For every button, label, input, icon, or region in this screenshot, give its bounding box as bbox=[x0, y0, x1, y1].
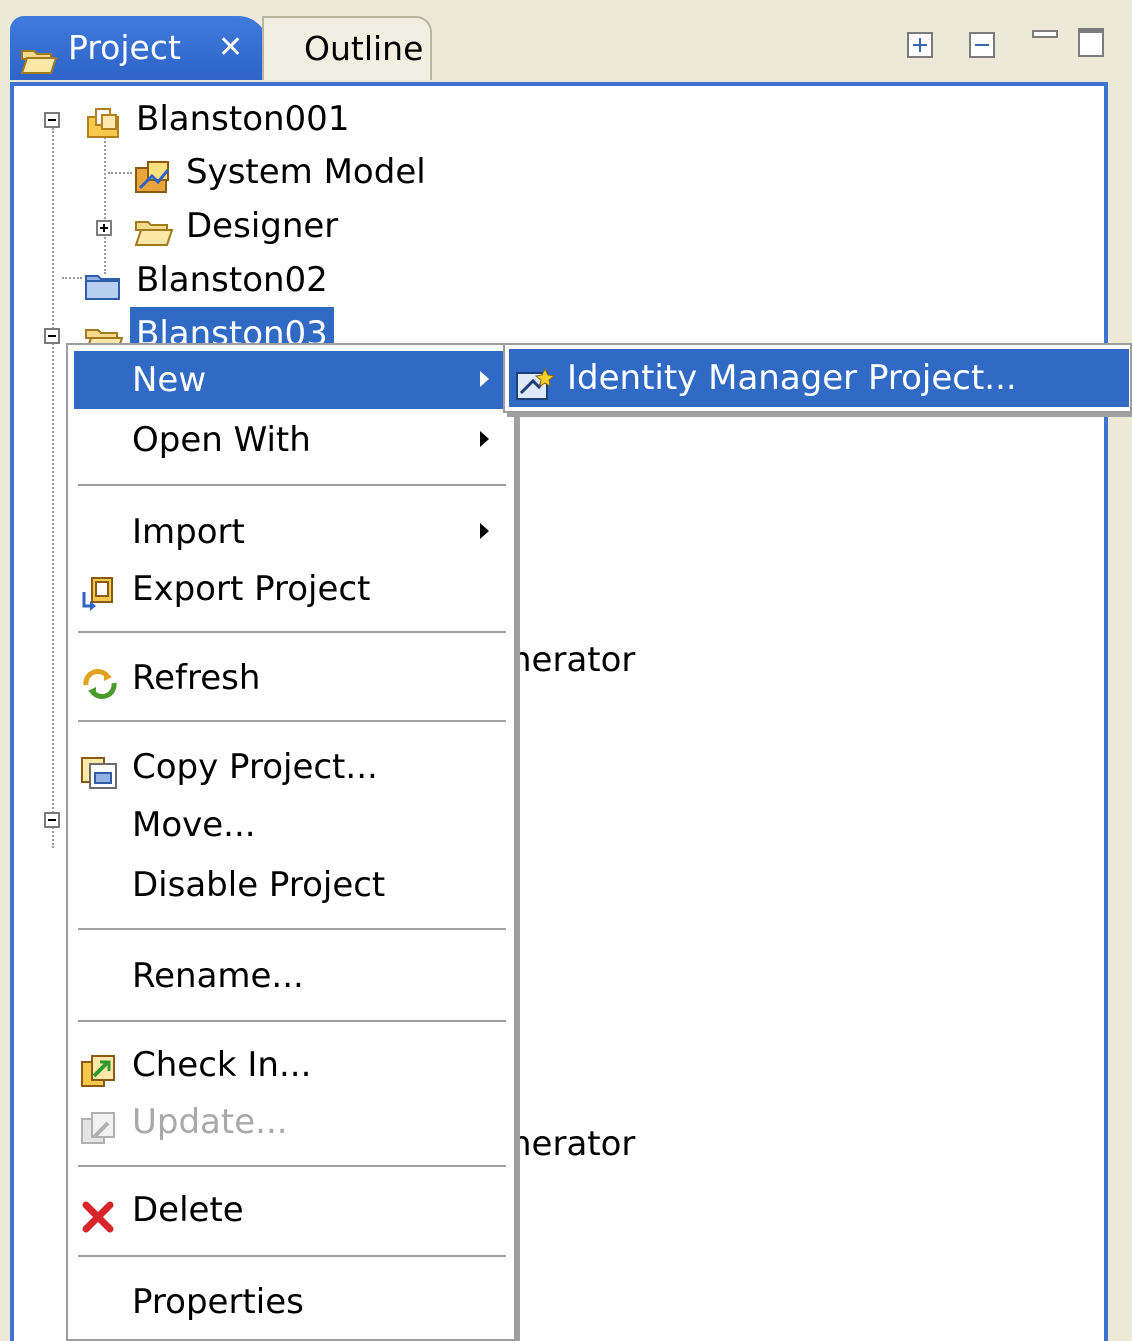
menu-item-label: Identity Manager Project... bbox=[567, 358, 1017, 398]
submenu-new: Identity Manager Project... bbox=[503, 343, 1132, 413]
tree-item-label: System Model bbox=[186, 152, 426, 192]
menu-item-disable-project[interactable]: Disable Project bbox=[74, 856, 508, 914]
menu-item-update[interactable]: Update... bbox=[74, 1093, 508, 1151]
tree-connector bbox=[62, 277, 82, 279]
tree-item-label: Blanston02 bbox=[136, 260, 328, 300]
collapse-toggle-icon[interactable] bbox=[44, 812, 60, 828]
menu-item-export-project[interactable]: Export Project bbox=[74, 560, 508, 618]
menu-item-label: Export Project bbox=[132, 569, 371, 609]
menu-item-new[interactable]: New bbox=[74, 351, 508, 409]
menu-item-copy-project[interactable]: Copy Project... bbox=[74, 738, 508, 796]
tree-item-designer[interactable]: Designer bbox=[132, 199, 532, 253]
tree-item-blanston02[interactable]: Blanston02 bbox=[84, 253, 484, 307]
menu-item-label: New bbox=[132, 360, 207, 400]
menu-item-label: Import bbox=[132, 512, 245, 552]
menu-separator bbox=[78, 631, 506, 634]
menu-separator bbox=[78, 928, 506, 931]
menu-item-import[interactable]: Import bbox=[74, 503, 508, 561]
menu-item-refresh[interactable]: Refresh bbox=[74, 649, 508, 707]
collapse-toggle-icon[interactable] bbox=[44, 112, 60, 128]
menu-separator bbox=[78, 720, 506, 723]
context-menu: New Open With Import Export Project Refr… bbox=[66, 343, 516, 1341]
tab-project[interactable]: Project ✕ bbox=[10, 16, 268, 80]
menu-item-label: Open With bbox=[132, 420, 311, 460]
project-icon bbox=[84, 103, 124, 157]
menu-item-label: Refresh bbox=[132, 658, 261, 698]
expand-toggle-icon[interactable] bbox=[96, 220, 112, 236]
menu-item-label: Copy Project... bbox=[132, 747, 378, 787]
menu-item-label: Update... bbox=[132, 1102, 288, 1142]
menu-item-open-with[interactable]: Open With bbox=[74, 411, 508, 469]
menu-item-label: Rename... bbox=[132, 956, 304, 996]
close-icon[interactable]: ✕ bbox=[218, 16, 243, 80]
menu-item-label: Move... bbox=[132, 805, 256, 845]
tree-item-blanston001[interactable]: Blanston001 bbox=[84, 92, 484, 146]
menu-separator bbox=[78, 484, 506, 487]
menu-item-properties[interactable]: Properties bbox=[74, 1273, 508, 1331]
tree-item-system-model[interactable]: System Model bbox=[132, 145, 532, 199]
update-icon bbox=[80, 1105, 120, 1163]
refresh-icon bbox=[80, 661, 120, 719]
tree-item-label: Blanston001 bbox=[136, 99, 350, 139]
tree-connector bbox=[108, 172, 132, 174]
menu-item-label: Check In... bbox=[132, 1045, 312, 1085]
tab-project-label: Project bbox=[68, 28, 181, 67]
submenu-arrow-icon bbox=[480, 431, 489, 447]
menu-separator bbox=[78, 1165, 506, 1168]
tree-item-partial-label: nerator bbox=[510, 1124, 636, 1164]
export-icon bbox=[80, 572, 120, 630]
menu-separator bbox=[78, 1255, 506, 1258]
view-tab-strip: Project ✕ Outline bbox=[0, 0, 1132, 84]
tree-connector bbox=[52, 128, 54, 848]
tree-item-partial-label: nerator bbox=[510, 640, 636, 680]
menu-item-label: Properties bbox=[132, 1282, 304, 1322]
minimize-icon[interactable] bbox=[1032, 30, 1058, 38]
menu-item-rename[interactable]: Rename... bbox=[74, 947, 508, 1005]
submenu-arrow-icon bbox=[480, 371, 489, 387]
menu-item-check-in[interactable]: Check In... bbox=[74, 1036, 508, 1094]
collapse-all-icon[interactable] bbox=[969, 32, 995, 58]
menu-item-label: Delete bbox=[132, 1190, 244, 1230]
tab-outline-label: Outline bbox=[304, 29, 424, 68]
menu-separator bbox=[78, 1020, 506, 1023]
collapse-toggle-icon[interactable] bbox=[44, 328, 60, 344]
menu-item-label: Disable Project bbox=[132, 865, 386, 905]
maximize-icon[interactable] bbox=[1078, 28, 1104, 57]
delete-icon bbox=[80, 1193, 120, 1251]
expand-all-icon[interactable] bbox=[907, 32, 933, 58]
submenu-arrow-icon bbox=[480, 523, 489, 539]
tree-item-label: Designer bbox=[186, 206, 339, 246]
menu-item-move[interactable]: Move... bbox=[74, 796, 508, 854]
menu-item-identity-manager-project[interactable]: Identity Manager Project... bbox=[509, 349, 1129, 407]
tab-outline[interactable]: Outline bbox=[262, 16, 432, 80]
menu-item-delete[interactable]: Delete bbox=[74, 1181, 508, 1239]
identity-manager-project-icon bbox=[515, 361, 556, 419]
